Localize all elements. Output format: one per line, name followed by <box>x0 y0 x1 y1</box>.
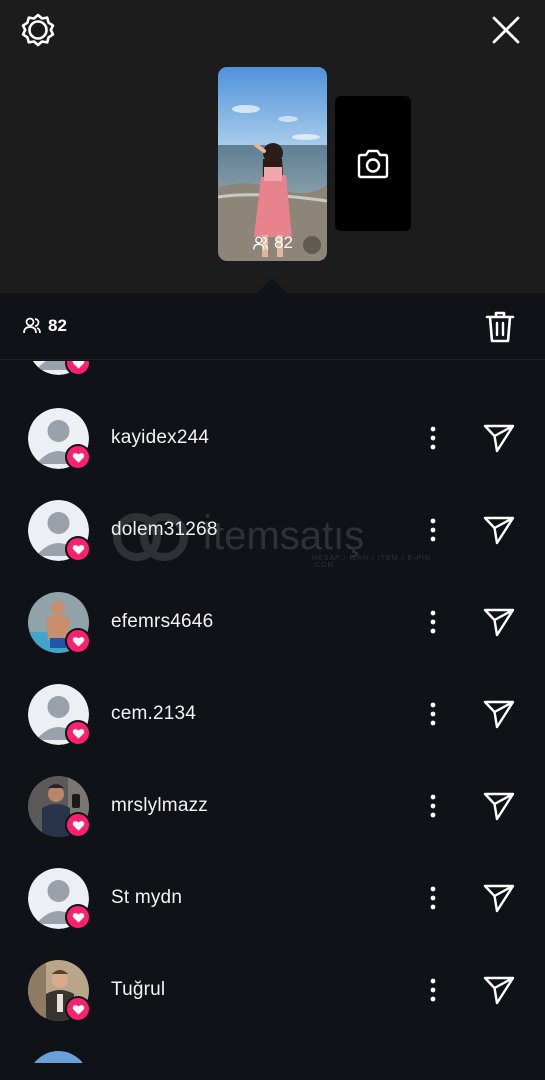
username[interactable]: dolem31268 <box>111 519 218 541</box>
people-icon <box>23 317 41 334</box>
heart-icon <box>72 820 84 831</box>
story-viewer-count: 82 <box>218 233 327 253</box>
list-item[interactable]: dolem31268 <box>0 500 545 572</box>
username[interactable]: St mydn <box>111 887 182 909</box>
viewers-header: 82 <box>0 294 545 360</box>
list-item[interactable]: St mydn <box>0 868 545 940</box>
heart-icon <box>72 728 84 739</box>
send-icon[interactable] <box>482 422 516 454</box>
trash-icon[interactable] <box>484 310 516 344</box>
avatar <box>28 1051 89 1063</box>
list-item[interactable]: cem.2134 <box>0 684 545 756</box>
more-options-icon[interactable] <box>420 607 446 637</box>
add-story-button[interactable] <box>335 96 411 231</box>
close-icon[interactable] <box>488 12 524 48</box>
like-badge <box>65 812 91 838</box>
story-thumbnail[interactable]: 82 <box>218 67 327 261</box>
heart-icon <box>72 912 84 923</box>
like-badge <box>65 996 91 1022</box>
viewers-list: kayidex244 dolem31268 efemrs4646 cem.213… <box>0 361 545 1063</box>
heart-icon <box>72 452 84 463</box>
username[interactable]: Tuğrul <box>111 979 165 1001</box>
camera-icon <box>357 149 389 178</box>
more-options-icon[interactable] <box>420 975 446 1005</box>
gear-icon[interactable] <box>20 12 56 48</box>
list-item[interactable] <box>0 1051 545 1063</box>
more-options-icon[interactable] <box>420 699 446 729</box>
list-item[interactable]: Tuğrul <box>0 960 545 1032</box>
list-item[interactable]: mrslylmazz <box>0 776 545 848</box>
story-viewer-count-value: 82 <box>274 233 293 252</box>
story-photo <box>218 67 327 261</box>
username[interactable]: efemrs4646 <box>111 611 213 633</box>
send-icon[interactable] <box>482 882 516 914</box>
like-badge <box>65 904 91 930</box>
viewers-count: 82 <box>22 316 67 336</box>
send-icon[interactable] <box>482 606 516 638</box>
like-badge <box>65 536 91 562</box>
list-item[interactable] <box>0 361 545 386</box>
more-options-icon[interactable] <box>420 791 446 821</box>
send-icon[interactable] <box>482 974 516 1006</box>
like-badge <box>65 628 91 654</box>
like-badge <box>65 361 91 376</box>
send-icon[interactable] <box>482 514 516 546</box>
more-options-icon[interactable] <box>420 883 446 913</box>
viewers-count-value: 82 <box>48 316 67 335</box>
username[interactable]: mrslylmazz <box>111 795 208 817</box>
heart-icon <box>72 1004 84 1015</box>
like-badge <box>65 444 91 470</box>
send-icon[interactable] <box>482 790 516 822</box>
like-badge <box>65 720 91 746</box>
username[interactable]: kayidex244 <box>111 427 209 449</box>
list-item[interactable]: efemrs4646 <box>0 592 545 664</box>
list-item[interactable]: kayidex244 <box>0 408 545 480</box>
selection-pointer <box>256 278 288 294</box>
heart-icon <box>72 636 84 647</box>
people-icon <box>253 235 269 249</box>
username[interactable]: cem.2134 <box>111 703 196 725</box>
heart-icon <box>72 361 84 369</box>
more-options-icon[interactable] <box>420 515 446 545</box>
more-options-icon[interactable] <box>420 423 446 453</box>
send-icon[interactable] <box>482 698 516 730</box>
heart-icon <box>72 544 84 555</box>
